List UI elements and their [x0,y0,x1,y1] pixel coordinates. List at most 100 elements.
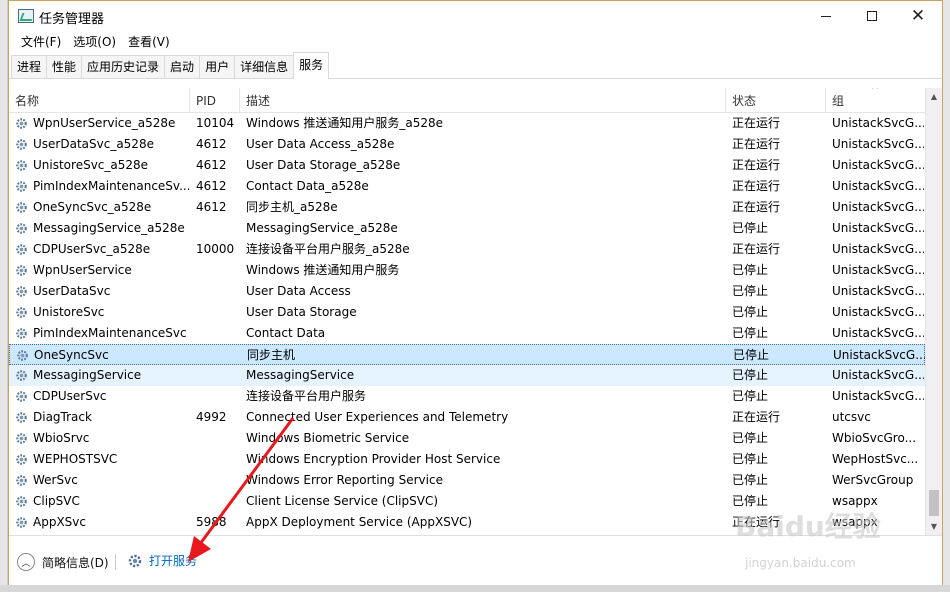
sort-ascending-icon: ^ [871,88,880,96]
column-header-name[interactable]: 名称 [9,88,190,113]
service-description: User Data Storage_a528e [246,158,401,172]
table-row[interactable]: DiagTrack 4992 Connected User Experiences … [9,407,925,428]
service-group: UnistackSvcG... [832,389,924,403]
tab-users[interactable]: 用户 [199,55,236,78]
service-group: UnistackSvcG... [832,263,924,277]
service-name: PimIndexMaintenanceSvc [33,326,187,340]
table-row[interactable]: OneSyncSvc_a528e 4612 同步主机_a528e 正在运行 Unista… [9,197,925,218]
service-group: WbioSvcGro... [832,431,917,445]
service-status: 已停止 [732,368,769,382]
service-description: User Data Access [246,284,351,298]
table-row[interactable]: CDPUserSvc 连接设备平台用户服务 已停止 UnistackSvcG... [9,386,925,407]
desktop-background-bottom [0,585,950,592]
desktop-background-right [943,0,950,592]
tab-startup[interactable]: 启动 [164,55,201,78]
service-status: 已停止 [732,221,769,235]
tab-processes[interactable]: 进程 [11,55,48,78]
service-status: 已停止 [732,389,769,403]
table-row[interactable]: WpnUserService_a528e 10104 Windows 推送通知用户服… [9,113,925,134]
window-title: 任务管理器 [39,12,105,27]
service-status: 正在运行 [732,200,781,214]
table-row[interactable]: WpnUserService Windows 推送通知用户服务 已停止 Unistac… [9,260,925,281]
service-description: User Data Access_a528e [246,137,395,151]
table-row[interactable]: UserDataSvc_a528e 4612 User Data Access_a5… [9,134,925,155]
tab-services[interactable]: 服务 [293,52,330,79]
scrollbar-thumb[interactable] [929,490,939,516]
vertical-scrollbar[interactable]: ▲ ▼ [925,88,942,535]
service-name: WpnUserService [33,263,132,277]
service-name: AppXSvc [33,515,86,529]
minimize-icon [821,15,831,17]
baidu-watermark-logo: Baidu经验 [735,510,881,543]
scroll-down-icon[interactable]: ▼ [926,518,942,535]
table-row[interactable]: WerSvc Windows Error Reporting Service 已停止… [9,470,925,491]
tab-details[interactable]: 详细信息 [234,55,295,78]
column-header-pid[interactable]: PID [190,88,240,113]
service-group: UnistackSvcG... [832,368,924,382]
service-name: UserDataSvc [33,284,111,298]
column-header-status[interactable]: 状态 [726,88,826,113]
service-pid [196,365,242,386]
table-row[interactable]: PimIndexMaintenanceSv... 4612 Contact Data… [9,176,925,197]
service-status: 已停止 [732,452,769,466]
close-icon: ✕ [910,6,926,26]
maximize-button[interactable] [849,1,895,31]
service-name: PimIndexMaintenanceSv... [33,179,189,193]
service-status: 正在运行 [732,116,781,130]
menu-file[interactable]: 文件(F) [15,31,67,53]
desktop-background-left [0,0,8,592]
service-description: Connected User Experiences and Telemetry [246,410,509,424]
baidu-watermark-url: jingyan.baidu.com [745,556,856,570]
tab-performance[interactable]: 性能 [46,55,83,78]
service-status: 已停止 [733,348,770,362]
service-pid: 10000 [196,242,235,256]
close-button[interactable]: ✕ [895,1,941,31]
scroll-up-icon[interactable]: ▲ [926,88,942,105]
tab-bar: 进程 性能 应用历史记录 启动 用户 详细信息 服务 [9,52,942,79]
service-description: 同步主机 [247,348,296,362]
table-row[interactable]: PimIndexMaintenanceSvc Contact Data 已停止 Uni… [9,323,925,344]
table-row[interactable]: UnistoreSvc User Data Storage 已停止 UnistackS… [9,302,925,323]
table-row[interactable]: MessagingService MessagingService 已停止 Unist… [9,365,925,386]
service-pid [196,281,242,302]
service-status: 正在运行 [732,137,781,151]
title-bar[interactable]: 任务管理器 ✕ [9,1,942,31]
service-name: WpnUserService_a528e [33,116,176,130]
service-pid: 10104 [196,116,235,130]
service-group: UnistackSvcG... [832,116,924,130]
service-name: MessagingService [33,368,142,382]
table-row[interactable]: UnistoreSvc_a528e 4612 User Data Storage_a… [9,155,925,176]
open-services-link[interactable]: 打开服务 [127,552,197,569]
footer-divider [115,554,116,570]
service-pid [196,323,242,344]
table-row[interactable]: WbioSrvc Windows Biometric Service 已停止 Wbio… [9,428,925,449]
service-name: DiagTrack [33,410,92,424]
menu-view[interactable]: 查看(V) [122,31,176,53]
service-pid [196,260,242,281]
table-row[interactable]: WEPHOSTSVC Windows Encryption Provider Ho… [9,449,925,470]
service-pid [196,428,242,449]
service-group: utcsvc [832,410,871,424]
minimize-button[interactable] [803,1,849,31]
open-services-label: 打开服务 [149,554,198,568]
service-status: 已停止 [732,326,769,340]
tab-app-history[interactable]: 应用历史记录 [81,55,166,78]
service-description: 同步主机_a528e [246,200,338,214]
collapse-chevron-up-icon[interactable]: ︿ [17,553,35,571]
column-header-description[interactable]: 描述 [240,88,726,113]
table-row[interactable]: UserDataSvc User Data Access 已停止 UnistackSv… [9,281,925,302]
service-status: 已停止 [732,431,769,445]
service-description: Contact Data [246,326,326,340]
table-row[interactable]: CDPUserSvc_a528e 10000 连接设备平台用户服务_a528e 正在运… [9,239,925,260]
service-group: UnistackSvcG... [833,348,925,362]
table-row[interactable]: MessagingService_a528e MessagingService_a… [9,218,925,239]
service-description: Windows Error Reporting Service [246,473,443,487]
service-description: MessagingService [246,368,355,382]
fewer-details-link[interactable]: 简略信息(D) [42,554,109,571]
service-status: 正在运行 [732,410,781,424]
menu-options[interactable]: 选项(O) [67,31,122,53]
service-pid: 5988 [196,515,227,529]
service-status: 正在运行 [732,242,781,256]
table-row[interactable]: OneSyncSvc 同步主机 已停止 UnistackSvcG... [9,344,925,365]
service-name: ClipSVC [33,494,80,508]
